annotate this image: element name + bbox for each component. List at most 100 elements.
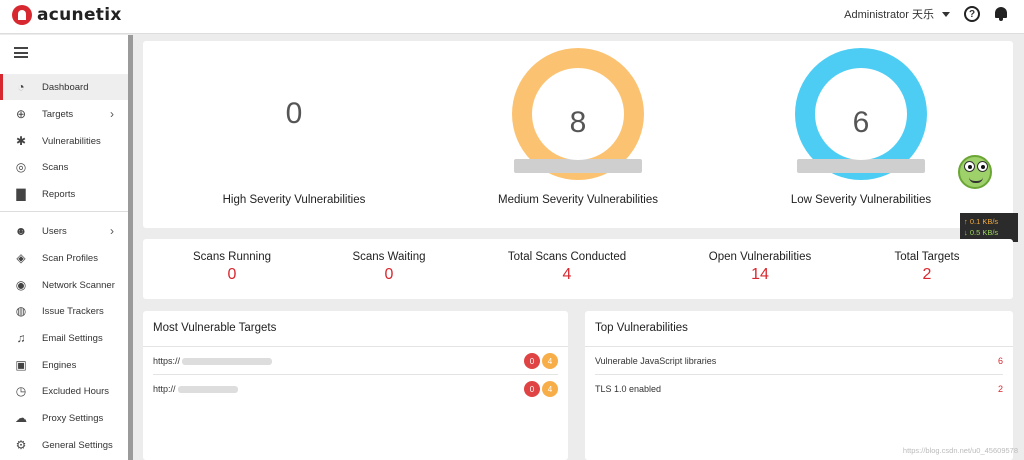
clock-icon: ◷ <box>15 384 27 398</box>
top-bar: acunetix Administrator 天乐 ? <box>0 0 1024 34</box>
download-speed: ↓ 0.5 KB/s <box>964 228 999 237</box>
stat-scans-waiting[interactable]: Scans Waiting 0 <box>309 251 469 284</box>
sidebar-item-email-settings[interactable]: ♫ Email Settings <box>0 325 128 351</box>
sidebar: ◔ Dashboard ⊕ Targets › ✱ Vulnerabilitie… <box>0 35 128 460</box>
row-divider <box>153 374 558 375</box>
medium-severity-donut: 8 <box>512 48 644 180</box>
mascot-eye <box>964 161 975 172</box>
vulnerability-name: TLS 1.0 enabled <box>595 384 662 394</box>
stat-value: 14 <box>751 266 769 283</box>
bug-icon: ✱ <box>15 134 27 148</box>
stat-label: Open Vulnerabilities <box>708 251 812 263</box>
document-icon: ▇ <box>16 187 26 201</box>
sidebar-item-label: Engines <box>42 359 77 371</box>
upload-speed: ↑ 0.1 KB/s <box>964 217 999 226</box>
gear-icon: ⚙ <box>15 438 27 452</box>
sidebar-item-label: Scans <box>42 161 69 173</box>
stat-label: Total Targets <box>894 251 960 263</box>
sidebar-item-label: Users <box>42 225 67 237</box>
tracker-icon: ◍ <box>15 304 27 318</box>
stat-label: Total Scans Conducted <box>507 251 627 263</box>
sidebar-item-scans[interactable]: ◎ Scans <box>0 154 128 180</box>
donut-base-bar <box>514 159 642 173</box>
sidebar-item-label: General Settings <box>42 439 113 451</box>
stat-label: Scans Running <box>193 251 271 263</box>
sidebar-item-dashboard[interactable]: ◔ Dashboard <box>0 74 128 100</box>
sidebar-item-label: Network Scanner <box>42 279 115 291</box>
panel-divider <box>143 346 568 347</box>
acunetix-logo-icon <box>12 5 32 25</box>
bell-icon: ♫ <box>16 331 26 345</box>
stat-total-targets[interactable]: Total Targets 2 <box>847 251 1007 284</box>
chip-icon: ▣ <box>15 358 27 372</box>
vulnerability-name: Vulnerable JavaScript libraries <box>595 356 717 366</box>
stat-open-vulnerabilities[interactable]: Open Vulnerabilities 14 <box>680 251 840 284</box>
mascot-eye <box>977 161 988 172</box>
shield-icon: ◈ <box>16 251 26 265</box>
donut-hole: 8 <box>532 68 624 160</box>
sidebar-item-targets[interactable]: ⊕ Targets › <box>0 101 128 127</box>
medium-severity-block[interactable]: 8 Medium Severity Vulnerabilities <box>433 41 723 228</box>
target-url: https:// <box>153 356 181 366</box>
low-severity-block[interactable]: 6 Low Severity Vulnerabilities <box>716 41 1006 228</box>
help-icon[interactable]: ? <box>964 6 980 22</box>
crosshair-icon: ⊕ <box>15 107 27 121</box>
sidebar-item-label: Scan Profiles <box>42 252 98 264</box>
sidebar-divider <box>0 211 128 212</box>
target-url-link[interactable]: http:// <box>153 384 238 394</box>
donut-hole: 6 <box>815 68 907 160</box>
radar-icon: ◎ <box>15 160 27 174</box>
brand-name: acunetix <box>37 5 122 25</box>
vulnerability-count: 2 <box>997 384 1003 394</box>
chevron-right-icon: › <box>110 107 114 121</box>
sidebar-item-reports[interactable]: ▇ Reports <box>0 181 128 207</box>
sidebar-item-general-settings[interactable]: ⚙ General Settings <box>0 432 128 458</box>
top-vulnerabilities-card: Top Vulnerabilities Vulnerable JavaScrip… <box>585 311 1013 460</box>
panel-title: Most Vulnerable Targets <box>153 322 277 334</box>
medium-severity-badge: 4 <box>542 353 558 369</box>
redacted-url <box>177 385 238 393</box>
stat-scans-running[interactable]: Scans Running 0 <box>152 251 312 284</box>
sidebar-scrollbar[interactable] <box>128 35 133 460</box>
sidebar-item-label: Proxy Settings <box>42 412 104 424</box>
sidebar-item-excluded-hours[interactable]: ◷ Excluded Hours <box>0 378 128 404</box>
high-severity-badge: 0 <box>524 353 540 369</box>
target-url-link[interactable]: https:// <box>153 356 273 366</box>
stat-value: 0 <box>384 266 394 283</box>
low-severity-count: 6 <box>852 106 870 139</box>
sidebar-item-label: Vulnerabilities <box>42 135 101 147</box>
scan-stats-card: Scans Running 0 Scans Waiting 0 Total Sc… <box>143 239 1013 299</box>
sidebar-item-label: Targets <box>42 108 74 120</box>
sidebar-item-issue-trackers[interactable]: ◍ Issue Trackers <box>0 298 128 324</box>
frog-mascot-icon[interactable] <box>958 155 992 189</box>
high-severity-count: 0 <box>285 97 303 130</box>
panel-divider <box>585 346 1013 347</box>
acunetix-logo[interactable]: acunetix <box>12 5 122 25</box>
notifications-bell-icon[interactable] <box>994 6 1008 22</box>
sidebar-item-label: Dashboard <box>42 81 89 93</box>
sidebar-item-scan-profiles[interactable]: ◈ Scan Profiles <box>0 245 128 271</box>
target-row: https:// 0 4 <box>153 348 558 374</box>
vulnerability-row[interactable]: Vulnerable JavaScript libraries 6 <box>595 348 1003 374</box>
high-severity-block[interactable]: 0 High Severity Vulnerabilities <box>149 41 439 228</box>
sidebar-item-network-scanner[interactable]: ◉ Network Scanner <box>0 272 128 298</box>
chevron-right-icon: › <box>110 224 114 238</box>
target-url: http:// <box>153 384 176 394</box>
stat-value: 4 <box>562 266 572 283</box>
stat-label: Scans Waiting <box>352 251 426 263</box>
medium-severity-label: Medium Severity Vulnerabilities <box>497 194 658 206</box>
gauge-icon: ◔ <box>17 80 25 94</box>
sidebar-item-vulnerabilities[interactable]: ✱ Vulnerabilities <box>0 128 128 154</box>
mascot-mouth <box>969 177 983 183</box>
stat-total-scans[interactable]: Total Scans Conducted 4 <box>487 251 647 284</box>
network-icon: ◉ <box>15 278 27 292</box>
user-menu[interactable]: Administrator 天乐 <box>844 6 950 22</box>
severity-summary-card: 0 High Severity Vulnerabilities 8 Medium… <box>143 41 1013 228</box>
sidebar-item-proxy-settings[interactable]: ☁ Proxy Settings <box>0 405 128 431</box>
low-severity-donut: 6 <box>795 48 927 180</box>
hamburger-menu-icon[interactable] <box>14 47 28 58</box>
sidebar-item-users[interactable]: ☻ Users › <box>0 218 128 244</box>
sidebar-item-label: Issue Trackers <box>42 305 104 317</box>
vulnerability-row[interactable]: TLS 1.0 enabled 2 <box>595 376 1003 402</box>
sidebar-item-engines[interactable]: ▣ Engines <box>0 352 128 378</box>
